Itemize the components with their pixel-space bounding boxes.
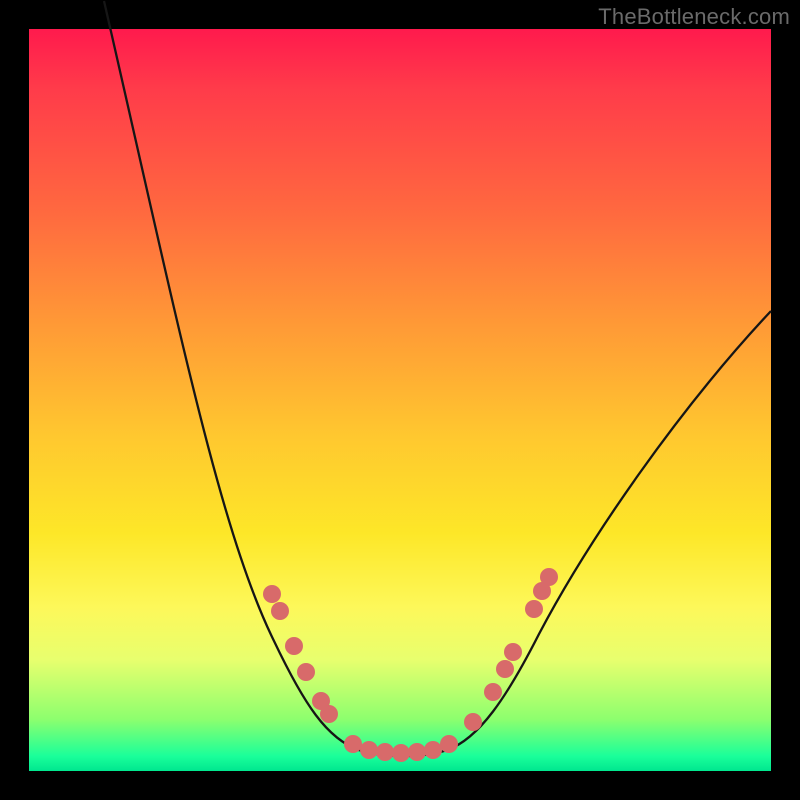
data-marker: [271, 602, 289, 620]
bottleneck-curve: [104, 1, 771, 756]
data-marker: [504, 643, 522, 661]
data-marker: [540, 568, 558, 586]
data-marker: [344, 735, 362, 753]
data-marker: [320, 705, 338, 723]
data-marker: [496, 660, 514, 678]
data-marker: [440, 735, 458, 753]
data-marker: [484, 683, 502, 701]
data-marker: [424, 741, 442, 759]
chart-svg: [29, 29, 771, 771]
data-marker: [297, 663, 315, 681]
data-marker: [285, 637, 303, 655]
data-marker: [360, 741, 378, 759]
data-marker: [392, 744, 410, 762]
data-marker: [525, 600, 543, 618]
plot-area: [29, 29, 771, 771]
data-marker: [408, 743, 426, 761]
watermark-text: TheBottleneck.com: [598, 4, 790, 30]
data-marker: [464, 713, 482, 731]
chart-frame: TheBottleneck.com: [0, 0, 800, 800]
marker-group: [263, 568, 558, 762]
data-marker: [376, 743, 394, 761]
data-marker: [263, 585, 281, 603]
